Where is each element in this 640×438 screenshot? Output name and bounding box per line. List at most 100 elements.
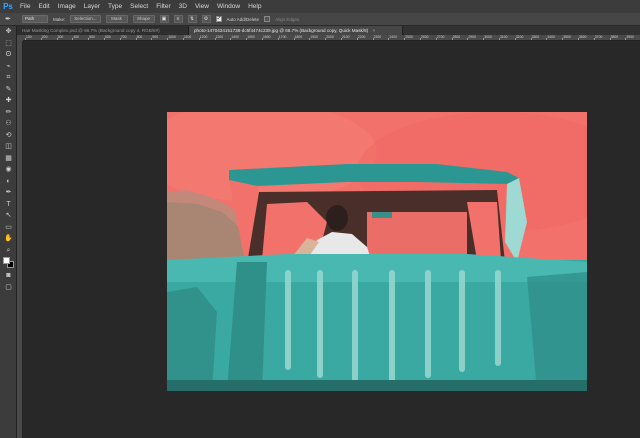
ruler-tick-label: 200 — [41, 35, 48, 39]
make-label: Make: — [53, 16, 66, 22]
ruler-tick-label: 3500 — [563, 35, 571, 39]
ruler-tick-label: 1300 — [215, 35, 224, 39]
ruler-tick-label: 3100 — [500, 35, 508, 39]
ruler-tick-label: 1200 — [199, 35, 208, 39]
ruler-tick-label: 3000 — [484, 35, 492, 39]
ruler-tick-label: 3900 — [626, 35, 634, 39]
pen-icon[interactable]: ✒ — [5, 15, 17, 24]
ruler-tick-label: 1500 — [247, 35, 255, 39]
ruler-tick-label: 1700 — [278, 35, 287, 39]
tab-label: photo-1470434151738-dc5f4474c239.jpg @ 6… — [194, 28, 369, 33]
ruler-tick-label: 700 — [120, 35, 127, 39]
dodge-icon[interactable]: ◐ — [0, 176, 17, 188]
ruler-tick-label: 2300 — [373, 35, 382, 39]
menu-view[interactable]: View — [191, 3, 213, 10]
document-tabs: Hair Masking Complex.psd @ 66.7% (Backgr… — [17, 26, 640, 35]
ruler-tick-label: 1900 — [310, 35, 318, 39]
eraser-icon[interactable]: ◫ — [0, 141, 17, 153]
blur-icon[interactable]: ◉ — [0, 164, 17, 176]
make-shape-button[interactable]: Shape — [132, 15, 155, 23]
tab-hair-masking[interactable]: Hair Masking Complex.psd @ 66.7% (Backgr… — [17, 26, 189, 35]
auto-add-delete-checkbox[interactable] — [215, 15, 222, 22]
ruler-tick-label: 2200 — [357, 35, 366, 39]
ruler-tick-label: 2100 — [342, 35, 350, 39]
ruler-tick-label: 2600 — [421, 35, 429, 39]
healing-icon[interactable]: ✚ — [0, 95, 17, 107]
tools-panel: ✥ ⬚ ʘ ⌁ ⌗ ✎ ✚ ✏ ⚇ ⟲ ◫ ▦ ◉ ◐ ✒ T ↖ ▭ ✋ ⌕ ◙ ▢ — [0, 26, 17, 438]
ruler-tick-label: 1100 — [184, 35, 192, 39]
history-brush-icon[interactable]: ⟲ — [0, 130, 17, 142]
ruler-tick-label: 600 — [105, 35, 111, 39]
photoshop-logo: Ps — [3, 2, 13, 11]
screen-mode-icon[interactable]: ▢ — [0, 282, 17, 294]
ruler-tick-label: 3800 — [610, 35, 619, 39]
type-icon[interactable]: T — [0, 199, 17, 211]
ruler-tick-label: 1000 — [168, 35, 176, 39]
eyedropper-icon[interactable]: ✎ — [0, 84, 17, 96]
ruler-tick-label: 1800 — [294, 35, 303, 39]
color-swatches[interactable] — [0, 256, 17, 270]
photo-quickmask-image — [167, 112, 587, 391]
menu-3d[interactable]: 3D — [175, 3, 191, 10]
lasso-icon[interactable]: ʘ — [0, 49, 17, 61]
tab-photo-quickmask[interactable]: photo-1470434151738-dc5f4474c239.jpg @ 6… — [189, 26, 403, 35]
options-bar: ✒ Path Make: Selection... Mask Shape ▣ ≡… — [0, 13, 640, 26]
menu-window[interactable]: Window — [213, 3, 244, 10]
menu-image[interactable]: Image — [54, 3, 80, 10]
menu-file[interactable]: File — [16, 3, 34, 10]
ruler-tick-label: 2800 — [452, 35, 461, 39]
ruler-tick-label: 500 — [89, 35, 95, 39]
ruler-tick-label: 3700 — [594, 35, 603, 39]
ruler-tick-label: 3200 — [515, 35, 524, 39]
ruler-tick-label: 3600 — [579, 35, 587, 39]
crop-icon[interactable]: ⌗ — [0, 72, 17, 84]
ruler-tick-label: 1400 — [231, 35, 239, 39]
menu-filter[interactable]: Filter — [152, 3, 174, 10]
ruler-tick-label: 2000 — [326, 35, 334, 39]
hand-icon[interactable]: ✋ — [0, 233, 17, 245]
brush-icon[interactable]: ✏ — [0, 107, 17, 119]
align-edges-checkbox[interactable] — [264, 16, 271, 22]
menu-layer[interactable]: Layer — [80, 3, 104, 10]
menu-edit[interactable]: Edit — [34, 3, 53, 10]
make-selection-button[interactable]: Selection... — [70, 15, 101, 23]
menu-bar: Ps File Edit Image Layer Type Select Filter 3D V… — [0, 0, 640, 13]
gear-icon[interactable]: ⚙ — [201, 15, 211, 23]
ruler-tick-label: 300 — [57, 35, 64, 39]
move-icon[interactable]: ✥ — [0, 26, 17, 38]
align-edges-label: Align Edges — [275, 16, 300, 22]
ruler-tick-label: 400 — [73, 35, 80, 39]
menu-help[interactable]: Help — [244, 3, 265, 10]
stamp-icon[interactable]: ⚇ — [0, 118, 17, 130]
gradient-icon[interactable]: ▦ — [0, 153, 17, 165]
document-canvas[interactable] — [167, 112, 587, 391]
quick-mask-icon[interactable]: ◙ — [0, 270, 17, 282]
ruler-tick-label: 2400 — [389, 35, 397, 39]
ruler-tick-label: 900 — [152, 35, 159, 39]
ruler-tick-label: 3400 — [547, 35, 555, 39]
path-operations-icon[interactable]: ▣ — [159, 15, 169, 23]
pen-icon[interactable]: ✒ — [0, 187, 17, 199]
ruler-tick-label: 1600 — [263, 35, 271, 39]
pen-mode-select[interactable]: Path — [22, 15, 48, 23]
tab-label: Hair Masking Complex.psd @ 66.7% (Backgr… — [22, 28, 160, 33]
ruler-tick-label: 3300 — [531, 35, 540, 39]
marquee-icon[interactable]: ⬚ — [0, 38, 17, 50]
menu-select[interactable]: Select — [126, 3, 152, 10]
zoom-icon[interactable]: ⌕ — [0, 245, 17, 257]
ruler-tick-label: 2700 — [436, 35, 445, 39]
auto-add-delete-label: Auto Add/Delete — [226, 16, 260, 22]
ruler-tick-label: 800 — [136, 35, 143, 39]
foreground-color-swatch[interactable] — [3, 257, 10, 264]
ruler-tick-label: 2500 — [405, 35, 413, 39]
menu-type[interactable]: Type — [104, 3, 126, 10]
path-arrangement-icon[interactable]: ⇅ — [187, 15, 197, 23]
path-alignment-icon[interactable]: ≡ — [173, 15, 183, 23]
shape-icon[interactable]: ▭ — [0, 222, 17, 234]
ruler-tick-label: 100 — [26, 35, 32, 39]
ruler-tick-label: 2900 — [468, 35, 476, 39]
close-icon[interactable]: × — [372, 28, 375, 33]
make-mask-button[interactable]: Mask — [105, 15, 128, 23]
path-select-icon[interactable]: ↖ — [0, 210, 17, 222]
quick-select-icon[interactable]: ⌁ — [0, 61, 17, 73]
